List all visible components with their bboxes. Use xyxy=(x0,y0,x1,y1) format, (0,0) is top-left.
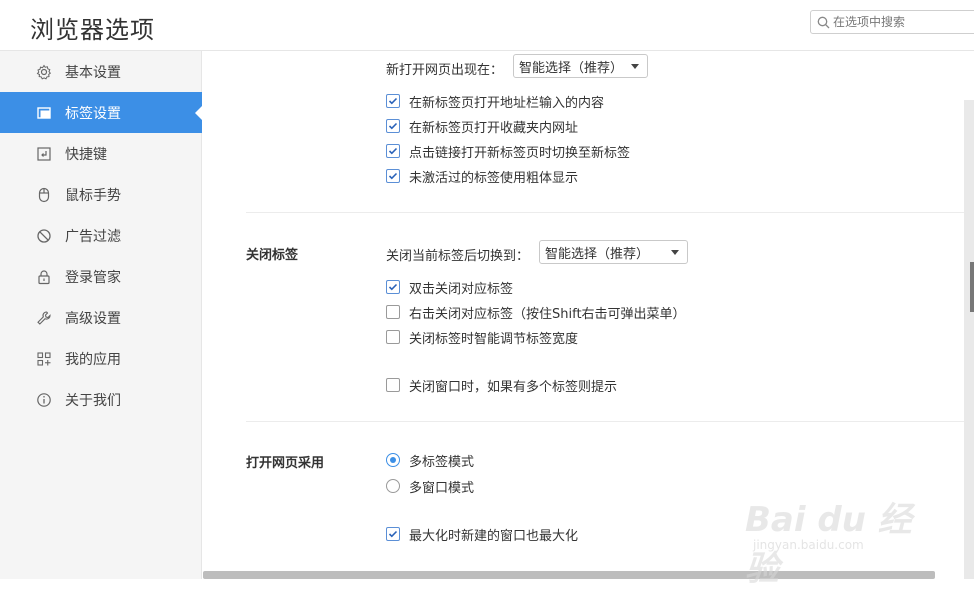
checkbox-label: 在新标签页打开收藏夹内网址 xyxy=(409,120,579,136)
gear-icon xyxy=(35,63,53,81)
checkbox[interactable] xyxy=(386,378,400,392)
mouse-icon xyxy=(35,186,53,204)
checkbox[interactable] xyxy=(386,144,400,158)
search-input[interactable] xyxy=(833,13,973,31)
chevron-down-icon xyxy=(671,250,679,255)
radio-label: 多标签模式 xyxy=(409,454,475,470)
block-icon xyxy=(35,227,53,245)
page-title: 浏览器选项 xyxy=(30,16,155,44)
checkbox-label: 在新标签页打开地址栏输入的内容 xyxy=(409,95,605,111)
new-tab-position-select[interactable]: 智能选择（推荐） xyxy=(513,54,648,78)
check-open-address-new-tab[interactable]: 在新标签页打开地址栏输入的内容 xyxy=(386,92,605,111)
tab-icon xyxy=(35,104,53,122)
check-open-favorites-new-tab[interactable]: 在新标签页打开收藏夹内网址 xyxy=(386,117,579,136)
search-icon xyxy=(817,16,830,29)
checkbox-label: 双击关闭对应标签 xyxy=(409,281,514,297)
divider xyxy=(246,421,974,422)
checkbox[interactable] xyxy=(386,94,400,108)
sidebar-item-apps[interactable]: 我的应用 xyxy=(0,338,202,379)
check-icon xyxy=(388,147,398,155)
sidebar-item-label: 标签设置 xyxy=(65,105,121,122)
sidebar-item-label: 快捷键 xyxy=(65,146,107,163)
select-value: 智能选择（推荐） xyxy=(545,246,650,262)
chevron-down-icon xyxy=(631,64,639,69)
checkbox-label: 关闭标签时智能调节标签宽度 xyxy=(409,331,579,347)
sidebar-item-mouse[interactable]: 鼠标手势 xyxy=(0,174,202,215)
checkbox-label: 未激活过的标签使用粗体显示 xyxy=(409,170,579,186)
checkbox-label: 最大化时新建的窗口也最大化 xyxy=(409,528,579,544)
check-icon xyxy=(388,172,398,180)
sidebar-item-label: 我的应用 xyxy=(65,351,121,368)
vertical-scrollbar-thumb[interactable] xyxy=(970,262,974,312)
check-right-click-close[interactable]: 右击关闭对应标签（按住Shift右击可弹出菜单） xyxy=(386,303,686,322)
sidebar-item-adblock[interactable]: 广告过滤 xyxy=(0,215,202,256)
after-close-select[interactable]: 智能选择（推荐） xyxy=(539,240,688,264)
checkbox[interactable] xyxy=(386,280,400,294)
header: 浏览器选项 xyxy=(0,0,974,51)
lock-icon xyxy=(35,268,53,286)
sidebar-item-basic[interactable]: 基本设置 xyxy=(0,51,202,92)
search-box[interactable] xyxy=(810,10,974,34)
apps-icon xyxy=(35,350,53,368)
info-icon xyxy=(35,391,53,409)
sidebar-item-tabs[interactable]: 标签设置 xyxy=(0,92,203,133)
check-maximize-new-window[interactable]: 最大化时新建的窗口也最大化 xyxy=(386,525,579,544)
select-value: 智能选择（推荐） xyxy=(519,60,624,76)
sidebar-item-advanced[interactable]: 高级设置 xyxy=(0,297,202,338)
sidebar-item-label: 鼠标手势 xyxy=(65,187,121,204)
check-smart-tab-width[interactable]: 关闭标签时智能调节标签宽度 xyxy=(386,328,579,347)
section-title-open-mode: 打开网页采用 xyxy=(246,456,325,471)
checkbox[interactable] xyxy=(386,169,400,183)
check-switch-to-new-tab[interactable]: 点击链接打开新标签页时切换至新标签 xyxy=(386,142,631,161)
check-double-click-close[interactable]: 双击关闭对应标签 xyxy=(386,278,514,297)
checkbox[interactable] xyxy=(386,527,400,541)
sidebar-item-login[interactable]: 登录管家 xyxy=(0,256,202,297)
radio-multi-window[interactable]: 多窗口模式 xyxy=(386,477,475,496)
check-warn-close-window[interactable]: 关闭窗口时，如果有多个标签则提示 xyxy=(386,376,618,395)
section-title-close-tab: 关闭标签 xyxy=(246,248,299,263)
watermark-url: jingyan.baidu.com xyxy=(753,538,864,552)
radio-button[interactable] xyxy=(386,479,400,493)
checkbox[interactable] xyxy=(386,330,400,344)
sidebar-item-label: 基本设置 xyxy=(65,64,121,81)
watermark: Bai du 经验 jingyan.baidu.com xyxy=(745,490,925,589)
sidebar: 基本设置 标签设置 快捷键 鼠标手势 广告过滤 登录管家 高级设置 我的应用 关… xyxy=(0,51,203,579)
checkbox[interactable] xyxy=(386,119,400,133)
check-icon xyxy=(388,283,398,291)
shortcut-icon xyxy=(35,145,53,163)
sidebar-item-label: 关于我们 xyxy=(65,392,121,409)
check-icon xyxy=(388,530,398,538)
check-icon xyxy=(388,122,398,130)
radio-button[interactable] xyxy=(386,453,400,467)
check-icon xyxy=(388,97,398,105)
checkbox-label: 右击关闭对应标签（按住Shift右击可弹出菜单） xyxy=(409,306,686,322)
sidebar-item-about[interactable]: 关于我们 xyxy=(0,379,202,420)
sidebar-item-label: 高级设置 xyxy=(65,310,121,327)
new-tab-position-label: 新打开网页出现在： xyxy=(386,63,504,78)
checkbox[interactable] xyxy=(386,305,400,319)
radio-multi-tab[interactable]: 多标签模式 xyxy=(386,451,475,470)
check-bold-inactive-tabs[interactable]: 未激活过的标签使用粗体显示 xyxy=(386,167,579,186)
wrench-icon xyxy=(35,309,53,327)
checkbox-label: 关闭窗口时，如果有多个标签则提示 xyxy=(409,379,618,395)
sidebar-item-label: 登录管家 xyxy=(65,269,121,286)
sidebar-item-label: 广告过滤 xyxy=(65,228,121,245)
radio-label: 多窗口模式 xyxy=(409,480,475,496)
after-close-label: 关闭当前标签后切换到： xyxy=(386,249,530,264)
divider xyxy=(246,212,974,213)
vertical-scrollbar[interactable] xyxy=(964,100,974,579)
sidebar-item-shortcut[interactable]: 快捷键 xyxy=(0,133,202,174)
checkbox-label: 点击链接打开新标签页时切换至新标签 xyxy=(409,145,631,161)
